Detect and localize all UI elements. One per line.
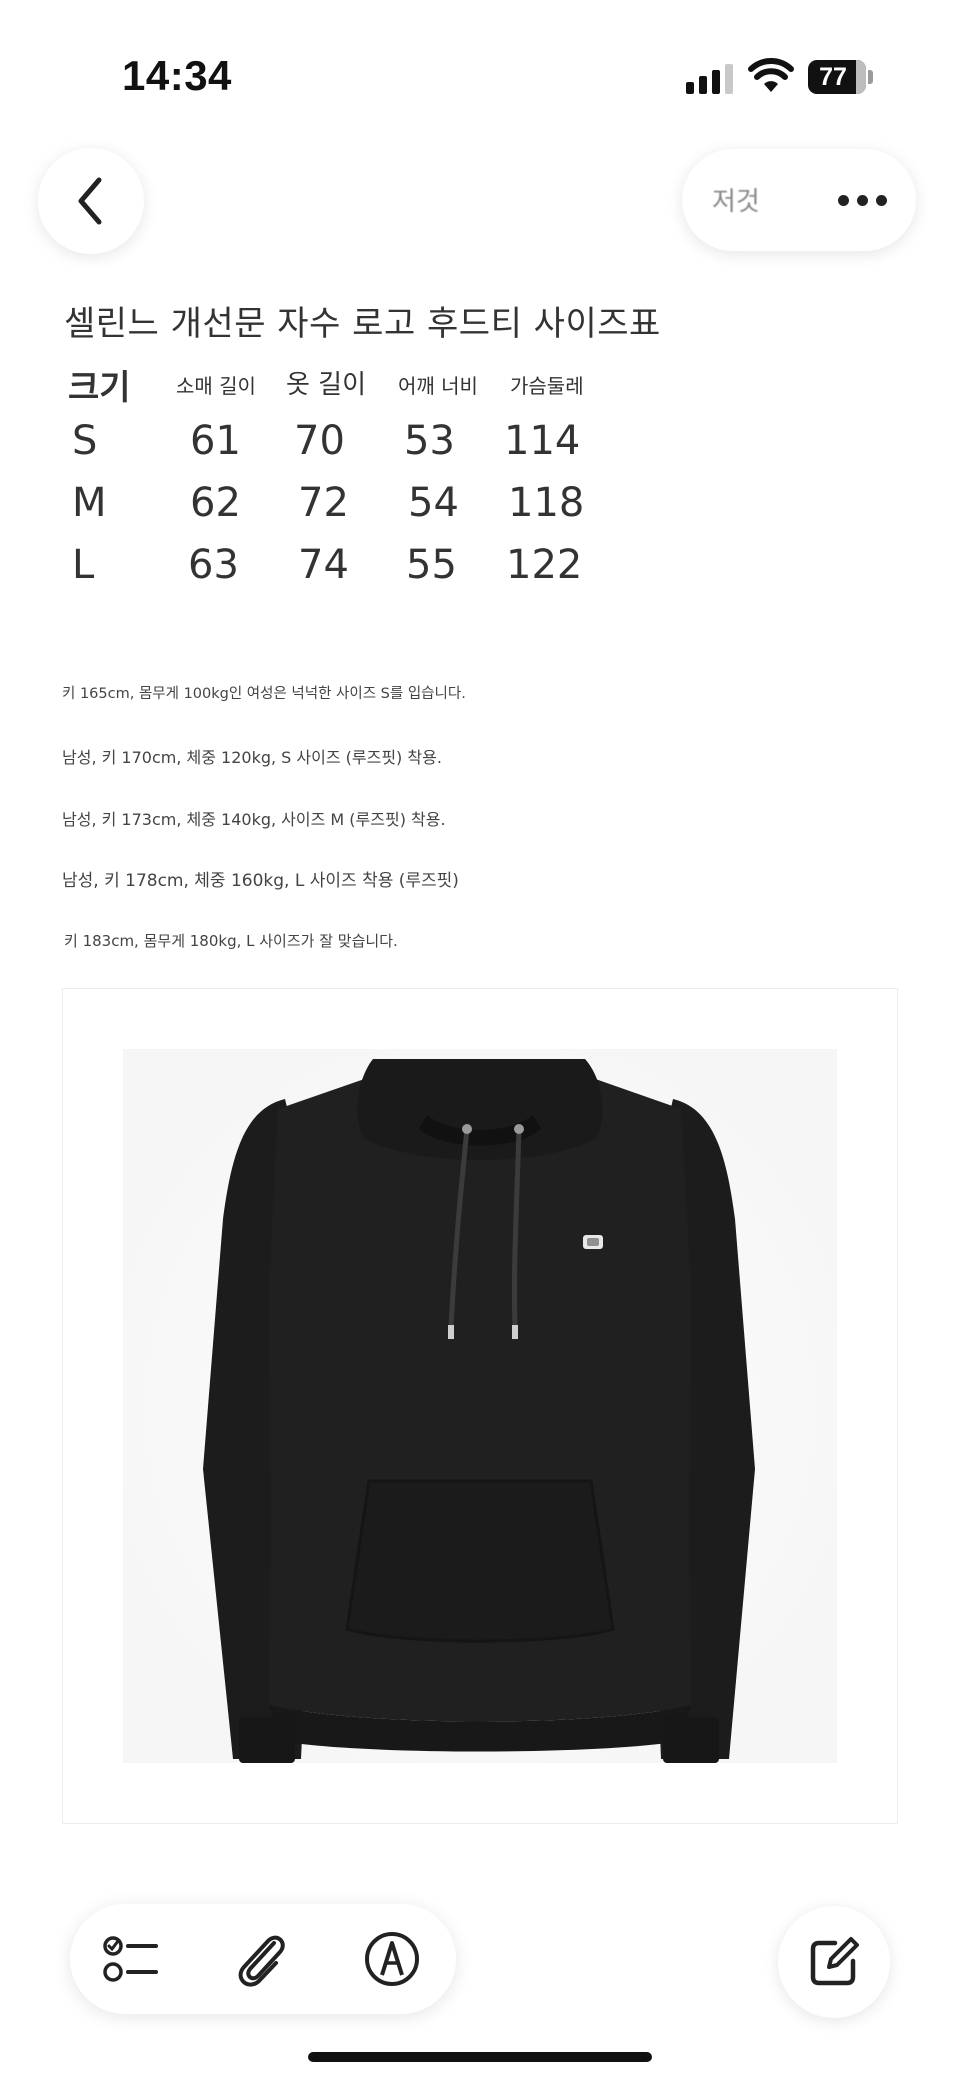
table-cell: 61 xyxy=(190,418,241,464)
header-shoulder-width: 어깨 너비 xyxy=(398,374,478,398)
hoodie-photo xyxy=(123,1049,837,1763)
compose-button[interactable] xyxy=(778,1906,890,2018)
row-size-l: L xyxy=(72,542,95,588)
chevron-left-icon xyxy=(78,177,102,225)
ellipsis-icon[interactable] xyxy=(838,195,887,206)
fit-note: 키 183cm, 몸무게 180kg, L 사이즈가 잘 맞습니다. xyxy=(64,932,398,950)
table-cell: 63 xyxy=(188,542,239,588)
battery-tip xyxy=(868,70,873,84)
table-cell: 72 xyxy=(298,480,349,526)
share-label[interactable]: 저것 xyxy=(712,181,760,218)
header-chest: 가슴둘레 xyxy=(510,374,584,398)
header-size: 크기 xyxy=(68,368,131,408)
row-size-s: S xyxy=(72,418,98,464)
table-cell: 53 xyxy=(404,418,455,464)
compose-icon xyxy=(810,1937,859,1986)
table-cell: 74 xyxy=(298,542,349,588)
table-cell: 55 xyxy=(406,542,457,588)
table-cell: 54 xyxy=(408,480,459,526)
cellular-signal-icon xyxy=(686,64,734,94)
status-time: 14:34 xyxy=(122,52,232,99)
battery-icon: 77 xyxy=(808,60,866,94)
back-button[interactable] xyxy=(38,148,144,254)
battery-level: 77 xyxy=(819,62,847,91)
top-actions-pill: 저것 xyxy=(682,149,916,251)
wifi-icon xyxy=(748,58,794,92)
table-cell: 70 xyxy=(294,418,345,464)
home-indicator[interactable] xyxy=(308,2052,652,2062)
markup-pen-icon[interactable] xyxy=(362,1929,422,1989)
bottom-toolbar xyxy=(70,1904,456,2014)
table-cell: 118 xyxy=(508,480,585,526)
product-photo-frame[interactable] xyxy=(62,988,898,1824)
table-cell: 114 xyxy=(504,418,581,464)
page-title: 셀린느 개선문 자수 로고 후드티 사이즈표 xyxy=(64,304,661,344)
fit-note: 키 165cm, 몸무게 100kg인 여성은 넉넉한 사이즈 S를 입습니다. xyxy=(62,686,466,702)
table-cell: 122 xyxy=(506,542,583,588)
table-cell: 62 xyxy=(190,480,241,526)
checklist-icon[interactable] xyxy=(100,1929,160,1989)
fit-note: 남성, 키 170cm, 체중 120kg, S 사이즈 (루즈핏) 착용. xyxy=(62,748,442,767)
row-size-m: M xyxy=(72,480,107,526)
header-length: 옷 길이 xyxy=(286,370,367,400)
fit-note: 남성, 키 173cm, 체중 140kg, 사이즈 M (루즈핏) 착용. xyxy=(62,810,446,829)
header-sleeve-length: 소매 길이 xyxy=(176,374,256,398)
fit-note: 남성, 키 178cm, 체중 160kg, L 사이즈 착용 (루즈핏) xyxy=(62,871,459,891)
paperclip-icon[interactable] xyxy=(230,1929,290,1989)
